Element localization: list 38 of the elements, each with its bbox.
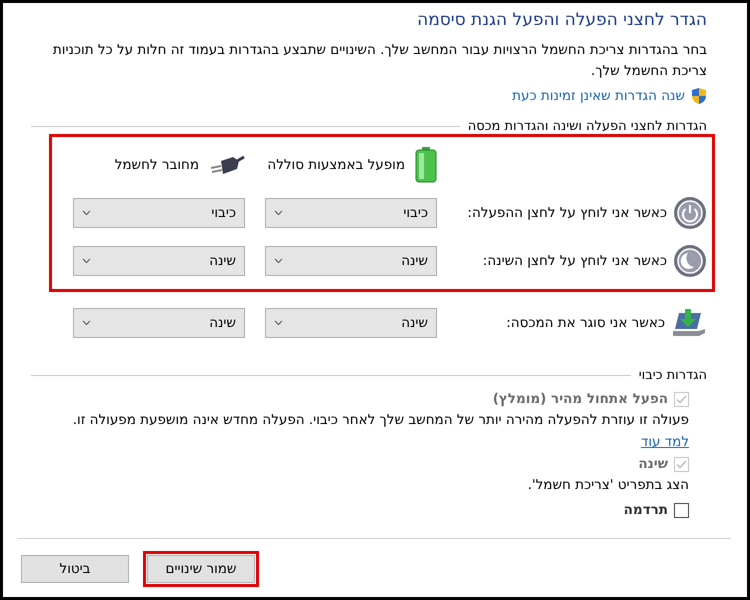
shield-icon [691, 87, 707, 105]
battery-icon [415, 147, 437, 183]
chevron-icon [274, 210, 283, 216]
checkbox-label: שינה [638, 456, 668, 472]
action-dropdown[interactable]: כיבוי [73, 198, 245, 228]
checkmark-icon [676, 394, 687, 404]
power-plug-icon [209, 155, 245, 175]
chevron-icon [274, 258, 283, 264]
checkmark-icon [676, 460, 687, 468]
action-dropdown[interactable]: שינה [73, 246, 245, 276]
power-button-icon [673, 196, 707, 230]
setting-label: כאשר אני סוגר את המכסה: [506, 315, 665, 331]
chevron-icon [82, 320, 91, 326]
action-dropdown[interactable]: כיבוי [265, 198, 437, 228]
sleep-button-icon [673, 244, 707, 278]
section-heading: הגדרות כיבוי [638, 368, 707, 383]
action-dropdown[interactable]: שינה [73, 308, 245, 338]
admin-settings-link[interactable]: שנה הגדרות שאינן זמינות כעת [512, 88, 685, 104]
checkbox[interactable] [674, 502, 689, 518]
action-dropdown[interactable]: שינה [265, 308, 437, 338]
column-heading: מופעל באמצעות סוללה [267, 156, 405, 174]
page-title: הגדר לחצני הפעלה והפעל הגנת סיסמה [416, 9, 707, 32]
laptop-icon [671, 307, 707, 339]
setting-label: כאשר אני לוחץ על לחצן השינה: [482, 253, 667, 269]
chevron-icon [82, 210, 91, 216]
chevron-icon [82, 258, 91, 264]
option-description: הצג בתפריט 'צריכת חשמל'. [526, 476, 689, 495]
action-dropdown[interactable]: שינה [265, 246, 437, 276]
option-description: פעולה זו עוזרת להפעלה מהירה יותר של המחשב שלך לאחר כיבוי. הפעלה מחדש אינה מושפעת מפעולה זו. [72, 411, 689, 430]
checkbox-label: תרדמה [624, 502, 668, 518]
save-button[interactable]: שמור שינויים [147, 555, 255, 583]
section-heading: הגדרות לחצני הפעלה ושינה והגדרות מכסה [468, 119, 707, 134]
column-heading: מחובר לחשמל [114, 156, 199, 174]
checkbox-label: הפעל אתחול מהיר (מומלץ) [492, 391, 668, 407]
page-description: בחר בהגדרות צריכת החשמל הרצויות עבור המחשב שלך. השינויים שתבצע בהגדרות בעמוד זה חלות על כל תוכניות צריכת החשמל שלך. [52, 41, 707, 81]
setting-label: כאשר אני לוחץ על לחצן ההפעלה: [467, 205, 667, 221]
chevron-icon [274, 320, 283, 326]
cancel-button[interactable]: ביטול [21, 555, 129, 583]
